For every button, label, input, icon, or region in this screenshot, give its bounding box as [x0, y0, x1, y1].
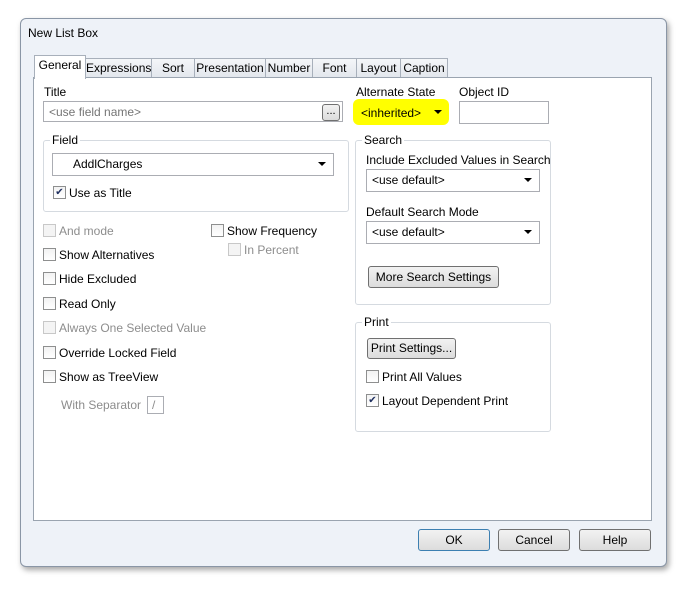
print-all-values-label: Print All Values [382, 370, 462, 384]
override-locked-field-label: Override Locked Field [59, 346, 177, 360]
hide-excluded-checkbox[interactable] [43, 272, 56, 285]
and-mode-checkbox[interactable] [43, 224, 56, 237]
in-percent-checkbox[interactable] [228, 243, 241, 256]
print-group-label: Print [362, 315, 391, 329]
show-alternatives-label: Show Alternatives [59, 248, 155, 262]
include-excluded-label: Include Excluded Values in Search [366, 153, 551, 167]
object-id-input[interactable] [459, 101, 549, 124]
cancel-button[interactable]: Cancel [498, 529, 570, 551]
use-as-title-label: Use as Title [69, 186, 132, 200]
read-only-checkbox[interactable] [43, 297, 56, 310]
show-as-treeview-checkbox[interactable] [43, 370, 56, 383]
search-group-label: Search [362, 133, 405, 147]
window-title: New List Box [28, 26, 99, 40]
field-select[interactable]: AddlCharges [52, 153, 334, 176]
title-input[interactable] [43, 101, 343, 122]
tab-caption[interactable]: Caption [400, 58, 448, 78]
alternate-state-value: <inherited> [361, 106, 422, 120]
tab-layout[interactable]: Layout [356, 58, 401, 78]
field-value: AddlCharges [73, 157, 143, 171]
field-group [43, 140, 349, 212]
help-button[interactable]: Help [579, 529, 651, 551]
hide-excluded-label: Hide Excluded [59, 272, 137, 286]
field-group-label: Field [50, 133, 81, 147]
title-label: Title [44, 85, 67, 99]
print-settings-button[interactable]: Print Settings... [367, 338, 456, 359]
tab-sort[interactable]: Sort [151, 58, 195, 78]
show-frequency-label: Show Frequency [227, 224, 318, 238]
chevron-down-icon [318, 162, 326, 166]
show-frequency-checkbox[interactable] [211, 224, 224, 237]
use-as-title-checkbox[interactable]: ✔ [53, 186, 66, 199]
layout-dependent-print-checkbox[interactable]: ✔ [366, 394, 379, 407]
title-expression-button[interactable]: ... [322, 104, 340, 121]
layout-dependent-print-label: Layout Dependent Print [382, 394, 509, 408]
show-as-treeview-label: Show as TreeView [59, 370, 159, 384]
show-alternatives-checkbox[interactable] [43, 248, 56, 261]
chevron-down-icon [434, 110, 442, 114]
in-percent-label: In Percent [244, 243, 299, 257]
default-search-label: Default Search Mode [366, 205, 479, 219]
read-only-label: Read Only [59, 297, 116, 311]
tab-font[interactable]: Font [312, 58, 357, 78]
default-search-value: <use default> [372, 225, 445, 239]
tab-presentation[interactable]: Presentation [194, 58, 266, 78]
tab-general[interactable]: General [34, 55, 86, 79]
separator-input[interactable]: / [147, 396, 164, 414]
more-search-settings-button[interactable]: More Search Settings [368, 266, 499, 288]
and-mode-label: And mode [59, 224, 114, 238]
include-excluded-value: <use default> [372, 173, 445, 187]
chevron-down-icon [524, 178, 532, 182]
always-one-selected-value-checkbox[interactable] [43, 321, 56, 334]
override-locked-field-checkbox[interactable] [43, 346, 56, 359]
ok-button[interactable]: OK [418, 529, 490, 551]
default-search-select[interactable]: <use default> [366, 221, 540, 244]
include-excluded-select[interactable]: <use default> [366, 169, 540, 192]
always-one-selected-value-label: Always One Selected Value [59, 321, 207, 335]
print-all-values-checkbox[interactable] [366, 370, 379, 383]
chevron-down-icon [524, 230, 532, 234]
alternate-state-select[interactable]: <inherited> [353, 99, 449, 125]
alternate-state-label: Alternate State [356, 85, 436, 99]
tab-expressions[interactable]: Expressions [85, 58, 152, 78]
object-id-label: Object ID [459, 85, 510, 99]
tab-number[interactable]: Number [265, 58, 313, 78]
with-separator-label: With Separator [61, 398, 142, 412]
